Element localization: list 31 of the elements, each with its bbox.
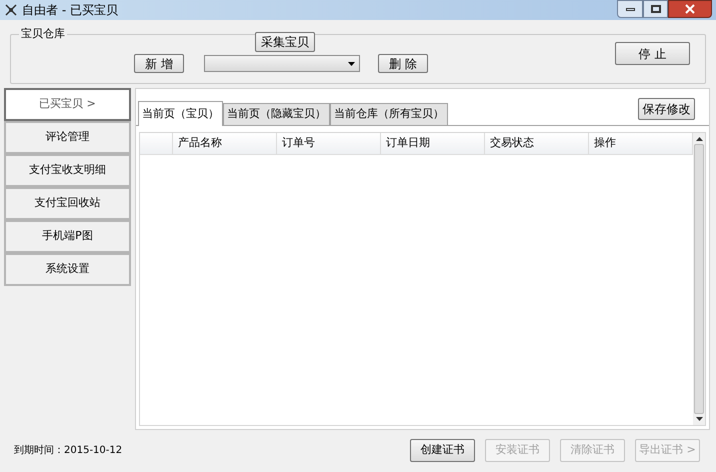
close-button[interactable] <box>668 0 712 18</box>
caret-icon <box>348 62 355 66</box>
sidebar-item[interactable]: 系统设置 <box>4 253 131 286</box>
close-icon <box>685 4 695 14</box>
add-button[interactable]: 新 增 <box>134 54 184 73</box>
column-header[interactable]: 订单日期 <box>381 133 485 154</box>
certificate-button[interactable]: 创建证书 <box>410 438 475 462</box>
window-title: 自由者 - 已买宝贝 <box>22 2 118 19</box>
column-header[interactable]: 订单号 <box>277 133 381 154</box>
tab[interactable]: 当前页（宝贝） <box>138 101 223 126</box>
delete-button[interactable]: 删 除 <box>378 54 428 73</box>
sidebar-item[interactable]: 已买宝贝 > <box>4 88 131 121</box>
sidebar-item[interactable]: 支付宝收支明细 <box>4 154 131 187</box>
column-header[interactable]: 交易状态 <box>485 133 589 154</box>
maximize-button[interactable] <box>643 0 668 18</box>
minimize-button[interactable] <box>617 0 643 18</box>
expiry-date: 到期时间：2015-10-12 <box>14 444 122 458</box>
save-button[interactable]: 保存修改 <box>638 98 695 120</box>
stop-button[interactable]: 停 止 <box>615 42 690 65</box>
sidebar-item[interactable]: 评论管理 <box>4 121 131 154</box>
scroll-down-icon[interactable] <box>696 417 702 421</box>
tab[interactable]: 当前仓库（所有宝贝） <box>330 103 448 125</box>
scroll-up-icon[interactable] <box>696 137 702 141</box>
scrollbar[interactable] <box>693 133 705 425</box>
dropdown[interactable] <box>204 55 360 72</box>
app-icon <box>4 3 18 17</box>
sidebar-item[interactable]: 手机端P图 <box>4 220 131 253</box>
sidebar-item[interactable]: 支付宝回收站 <box>4 187 131 220</box>
column-header[interactable]: 产品名称 <box>173 133 277 154</box>
tab[interactable]: 当前页（隐藏宝贝） <box>223 103 330 125</box>
collect-button[interactable]: 采集宝贝 <box>255 32 315 52</box>
